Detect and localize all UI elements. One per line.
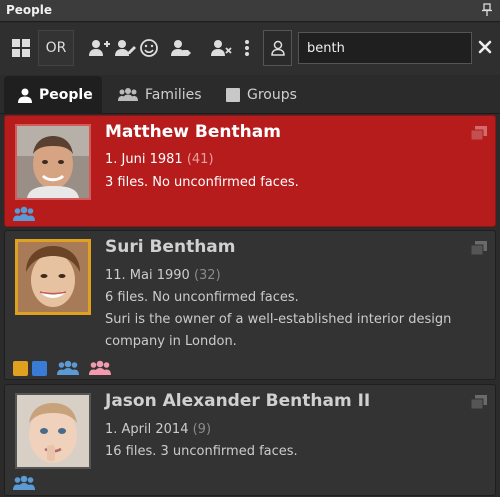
clear-search-icon[interactable] (476, 38, 494, 56)
person-photo (15, 393, 91, 469)
person-card[interactable]: Jason Alexander Bentham II 1. April 2014… (4, 384, 496, 496)
group-icon[interactable] (57, 360, 79, 376)
face-icon[interactable] (136, 35, 162, 61)
person-name: Matthew Bentham (105, 122, 281, 142)
tab-bar: People Families Groups (0, 76, 500, 114)
person-name: Jason Alexander Bentham II (105, 391, 371, 411)
group-icon[interactable] (13, 475, 35, 491)
birth-date: 11. Mai 1990 (32) (105, 268, 221, 283)
birth-date-text: 1. Juni 1981 (105, 152, 183, 167)
person-filter-button[interactable] (263, 30, 292, 66)
stacked-photos-icon[interactable] (471, 126, 487, 140)
family-icon (118, 88, 138, 102)
tab-people-label: People (39, 87, 93, 103)
tab-families-label: Families (145, 87, 202, 103)
stacked-photos-icon[interactable] (471, 395, 487, 409)
description-line: Suri is the owner of a well-established … (105, 312, 452, 327)
remove-person-icon[interactable] (208, 35, 234, 61)
birth-date-text: 11. Mai 1990 (105, 268, 190, 283)
person-icon (18, 88, 32, 103)
group-square-icon (226, 88, 240, 102)
age-text: (41) (186, 152, 214, 167)
card-tags (13, 475, 35, 491)
description-line: company in London. (105, 334, 237, 349)
age-text: (9) (192, 422, 212, 437)
more-vertical-icon[interactable] (234, 35, 260, 61)
orange-color-tag[interactable] (13, 360, 28, 376)
birth-date-text: 1. April 2014 (105, 422, 189, 437)
blue-color-tag[interactable] (32, 360, 47, 376)
search-input[interactable] (298, 32, 472, 64)
files-summary: 16 files. 3 unconfirmed faces. (105, 444, 298, 459)
card-tags (13, 206, 35, 222)
family-group-icon[interactable] (89, 360, 111, 376)
person-photo (15, 239, 91, 315)
edit-person-icon[interactable] (112, 35, 138, 61)
add-person-icon[interactable] (86, 35, 112, 61)
age-text: (32) (193, 268, 221, 283)
stacked-photos-icon[interactable] (471, 241, 487, 255)
or-toggle-button[interactable]: OR (38, 30, 74, 66)
tab-groups[interactable]: Groups (226, 76, 297, 114)
birth-date: 1. April 2014 (9) (105, 422, 211, 437)
person-photo (15, 124, 91, 200)
files-summary: 6 files. No unconfirmed faces. (105, 290, 299, 305)
files-summary: 3 files. No unconfirmed faces. (105, 175, 299, 190)
person-outline-icon (270, 40, 285, 56)
tab-groups-label: Groups (247, 87, 297, 103)
title-bar: People (0, 0, 500, 22)
toolbar: OR (0, 23, 500, 75)
person-name: Suri Bentham (105, 237, 236, 257)
person-card[interactable]: Matthew Bentham 1. Juni 1981 (41) 3 file… (4, 115, 496, 227)
birth-date: 1. Juni 1981 (41) (105, 152, 214, 167)
person-tag-icon[interactable] (168, 35, 194, 61)
card-tags (13, 360, 111, 376)
tab-families[interactable]: Families (118, 76, 202, 114)
grid-view-icon[interactable] (8, 35, 34, 61)
group-icon[interactable] (13, 206, 35, 222)
pin-icon[interactable] (480, 3, 494, 17)
person-card[interactable]: Suri Bentham 11. Mai 1990 (32) 6 files. … (4, 230, 496, 380)
window-title: People (6, 3, 53, 17)
tab-people[interactable]: People (4, 76, 102, 114)
